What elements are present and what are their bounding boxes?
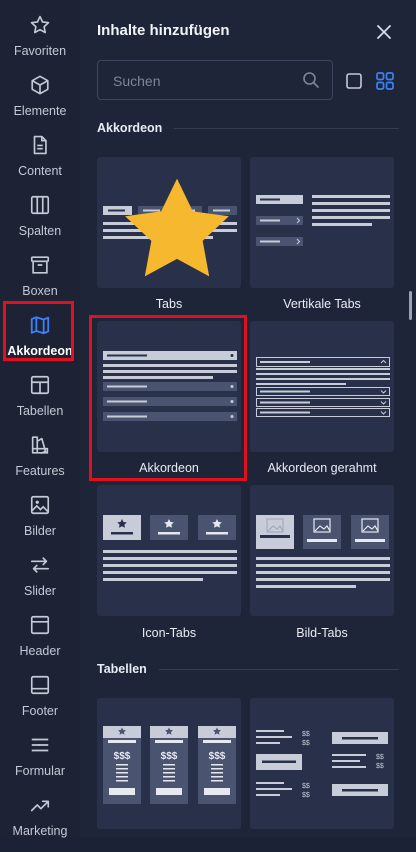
card-label: Akkordeon gerahmt [267, 461, 377, 475]
sidebar-item-tabellen[interactable]: Tabellen [0, 372, 80, 432]
template-card-price-list[interactable]: $$ $$ $$ $$ $$ $$ [250, 698, 394, 829]
section-title: Tabellen [97, 662, 147, 676]
sidebar-item-marketing[interactable]: Marketing [0, 792, 80, 852]
template-card-icon-tabs[interactable] [97, 485, 241, 616]
sidebar-item-slider[interactable]: Slider [0, 552, 80, 612]
square-icon [346, 73, 362, 89]
price-symbol: $$$ [114, 751, 131, 762]
sidebar-item-label: Formular [14, 764, 65, 778]
price-symbol: $$ [302, 792, 310, 799]
box-icon [29, 254, 51, 276]
section-divider [174, 127, 399, 129]
document-icon [29, 134, 51, 156]
price-symbol: $$ [302, 783, 310, 790]
sidebar-item-header[interactable]: Header [0, 612, 80, 672]
sidebar-item-footer[interactable]: Footer [0, 672, 80, 732]
single-view-toggle[interactable] [346, 73, 362, 89]
sidebar-item-boxen[interactable]: Boxen [0, 252, 80, 312]
image-tabs-thumbnail [256, 515, 390, 588]
table-icon [29, 374, 51, 396]
sidebar-item-favoriten[interactable]: Favoriten [0, 12, 80, 72]
cube-icon [29, 74, 51, 96]
sidebar-item-label: Favoriten [13, 44, 67, 58]
sidebar-item-features[interactable]: Features [0, 432, 80, 492]
sidebar-item-content[interactable]: Content [0, 132, 80, 192]
trend-icon [29, 794, 51, 816]
sidebar-item-label: Boxen [22, 284, 58, 298]
features-icon [29, 434, 51, 456]
search-box [97, 60, 333, 101]
star-icon [29, 14, 51, 36]
price-symbol: $$ [302, 731, 310, 738]
sidebar-item-elemente[interactable]: Elemente [0, 72, 80, 132]
framed-accordion-thumbnail [256, 357, 390, 417]
price-list-thumbnail: $$ $$ $$ $$ $$ $$ [256, 730, 388, 799]
price-symbol: $$$ [161, 751, 178, 762]
sidebar-item-label: Akkordeon [7, 344, 73, 358]
card-label: Icon-Tabs [141, 626, 197, 640]
slider-arrows-icon [29, 554, 51, 576]
sidebar-item-formular[interactable]: Formular [0, 732, 80, 792]
sidebar-item-label: Slider [24, 584, 56, 598]
columns-icon [29, 194, 51, 216]
price-symbol: $$$ [209, 751, 226, 762]
search-input[interactable] [98, 61, 305, 101]
sidebar-item-label: Elemente [13, 104, 67, 118]
footer-icon [29, 674, 51, 696]
sidebar-item-label: Footer [21, 704, 59, 718]
sidebar-item-label: Features [15, 464, 65, 478]
card-label: Vertikale Tabs [283, 297, 361, 311]
image-icon [29, 494, 51, 516]
grid-icon [376, 72, 394, 90]
card-label: Akkordeon [139, 461, 199, 475]
sidebar-item-bilder[interactable]: Bilder [0, 492, 80, 552]
template-card-accordion[interactable] [97, 321, 241, 452]
price-symbol: $$ [376, 763, 384, 770]
card-label: Bild-Tabs [296, 626, 348, 640]
sidebar-item-label: Header [19, 644, 61, 658]
pricing-table-thumbnail: $$$ $$$ $$$ [103, 726, 236, 804]
panel-scrollbar[interactable] [409, 291, 412, 320]
template-card-pricing-table[interactable]: $$$ $$$ $$$ [97, 698, 241, 829]
template-card-tabs[interactable] [97, 157, 241, 288]
sidebar-item-label: Content [18, 164, 62, 178]
vertical-tabs-thumbnail [256, 195, 390, 246]
close-icon [377, 25, 391, 39]
section-header-akkordeon: Akkordeon [97, 121, 399, 135]
panel-title: Inhalte hinzufügen [97, 22, 230, 39]
card-label: Tabs [155, 297, 183, 311]
sidebar-item-label: Marketing [12, 824, 68, 838]
favorite-star-icon[interactable] [105, 165, 229, 277]
section-header-tabellen: Tabellen [97, 662, 399, 676]
sidebar-item-label: Bilder [24, 524, 56, 538]
template-card-image-tabs[interactable] [250, 485, 394, 616]
map-icon [29, 314, 51, 336]
accordion-thumbnail [103, 351, 237, 421]
header-icon [29, 614, 51, 636]
sidebar-item-spalten[interactable]: Spalten [0, 192, 80, 252]
price-symbol: $$ [376, 754, 384, 761]
sidebar: Favoriten Elemente Content Spalten Boxen… [0, 0, 80, 838]
section-divider [158, 668, 399, 670]
sidebar-item-label: Spalten [18, 224, 62, 238]
template-card-vertical-tabs[interactable] [250, 157, 394, 288]
search-icon[interactable] [302, 71, 320, 89]
sidebar-item-akkordeon[interactable]: Akkordeon [0, 312, 80, 372]
add-content-panel: Inhalte hinzufügen Akkordeon [80, 0, 416, 837]
form-icon [29, 734, 51, 756]
template-card-framed-accordion[interactable] [250, 321, 394, 452]
price-symbol: $$ [302, 740, 310, 747]
close-button[interactable] [375, 23, 393, 41]
icon-tabs-thumbnail [103, 515, 237, 581]
section-title: Akkordeon [97, 121, 163, 135]
sidebar-item-label: Tabellen [16, 404, 64, 418]
grid-view-toggle[interactable] [376, 72, 394, 90]
